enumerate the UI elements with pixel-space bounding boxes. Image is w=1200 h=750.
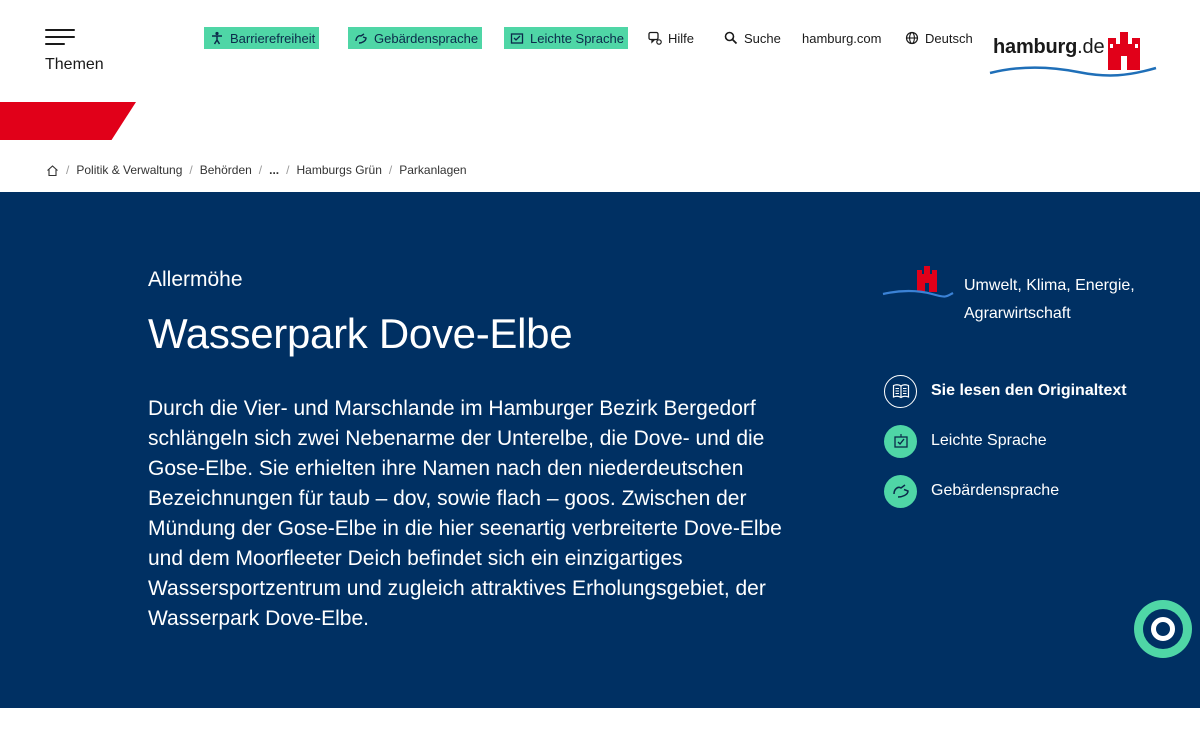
accessibility-icon <box>212 31 222 45</box>
sign-language-icon <box>884 474 917 508</box>
original-text-label: Sie lesen den Originaltext <box>931 382 1127 399</box>
language-selector[interactable]: Deutsch <box>905 27 973 49</box>
topic-label: Umwelt, Klima, Energie, Agrarwirtschaft <box>964 277 1135 322</box>
sign-language-label: Gebärdensprache <box>374 30 479 46</box>
language-label: Deutsch <box>925 30 973 46</box>
hero-section: Allermöhe Wasserpark Dove-Elbe Durch die… <box>0 192 1200 708</box>
logo-suffix: .de <box>1077 36 1105 58</box>
help-icon <box>648 31 662 45</box>
themen-menu-label: Themen <box>45 56 104 73</box>
book-icon <box>884 374 917 408</box>
easy-language-option[interactable]: Leichte Sprache <box>884 424 1047 458</box>
breadcrumb-separator: / <box>189 163 193 177</box>
breadcrumb-item-politik[interactable]: Politik & Verwaltung <box>76 163 182 177</box>
logo-main: hamburg <box>993 36 1078 58</box>
hero-intro-text: Durch die Vier- und Marschlande im Hambu… <box>148 397 782 630</box>
accessibility-link[interactable]: Barrierefreiheit <box>204 27 320 49</box>
easy-language-link[interactable]: Leichte Sprache <box>504 27 628 49</box>
page-title: Wasserpark Dove-Elbe <box>148 310 573 357</box>
help-label: Hilfe <box>668 30 695 46</box>
breadcrumb-separator: / <box>66 163 70 177</box>
breadcrumb-item-parkanlagen[interactable]: Parkanlagen <box>399 163 466 177</box>
breadcrumb: / Politik & Verwaltung / Behörden / ... … <box>46 160 467 180</box>
easy-language-icon <box>510 33 524 44</box>
easy-language-label: Leichte Sprache <box>530 30 624 46</box>
sign-language-link[interactable]: Gebärdensprache <box>348 27 483 49</box>
breadcrumb-ellipsis[interactable]: ... <box>269 163 279 177</box>
search-link[interactable]: Suche <box>724 27 781 49</box>
logo-wave-icon <box>989 66 1157 77</box>
eye-icon <box>1143 609 1183 649</box>
themen-menu-button[interactable]: Themen <box>44 26 124 78</box>
logo-wordmark: hamburg.de <box>993 36 1105 59</box>
breadcrumb-separator: / <box>388 163 393 177</box>
hamburg-castle-wave-icon <box>882 266 954 298</box>
search-icon <box>724 31 738 45</box>
hero-kicker: Allermöhe <box>148 268 243 291</box>
hamburg-com-label: hamburg.com <box>802 30 882 46</box>
hamburger-menu-icon <box>45 29 75 45</box>
sign-language-option[interactable]: Gebärdensprache <box>884 474 1059 508</box>
accessibility-assistant-button[interactable] <box>1134 600 1192 658</box>
sign-language-option-label: Gebärdensprache <box>931 482 1060 499</box>
sign-language-icon <box>355 33 367 44</box>
easy-language-icon <box>884 424 917 458</box>
breadcrumb-item-hamburgs-gruen[interactable]: Hamburgs Grün <box>297 163 382 177</box>
breadcrumb-separator: / <box>258 163 263 177</box>
globe-icon <box>905 31 919 45</box>
breadcrumb-item-behoerden[interactable]: Behörden <box>200 163 252 177</box>
accessibility-label: Barrierefreiheit <box>230 30 316 46</box>
search-label: Suche <box>744 30 781 46</box>
original-text-option[interactable]: Sie lesen den Originaltext <box>884 374 1127 408</box>
hamburg-de-logo[interactable]: hamburg.de <box>988 28 1158 80</box>
home-icon[interactable] <box>46 164 59 177</box>
site-header: Themen Barrierefreiheit Gebärdensprache … <box>0 0 1200 150</box>
easy-language-option-label: Leichte Sprache <box>931 432 1047 449</box>
breadcrumb-separator: / <box>286 163 290 177</box>
hamburg-com-link[interactable]: hamburg.com <box>802 27 881 49</box>
help-link[interactable]: Hilfe <box>648 27 694 49</box>
topic-link[interactable]: Umwelt, Klima, Energie, Agrarwirtschaft <box>882 266 1182 326</box>
